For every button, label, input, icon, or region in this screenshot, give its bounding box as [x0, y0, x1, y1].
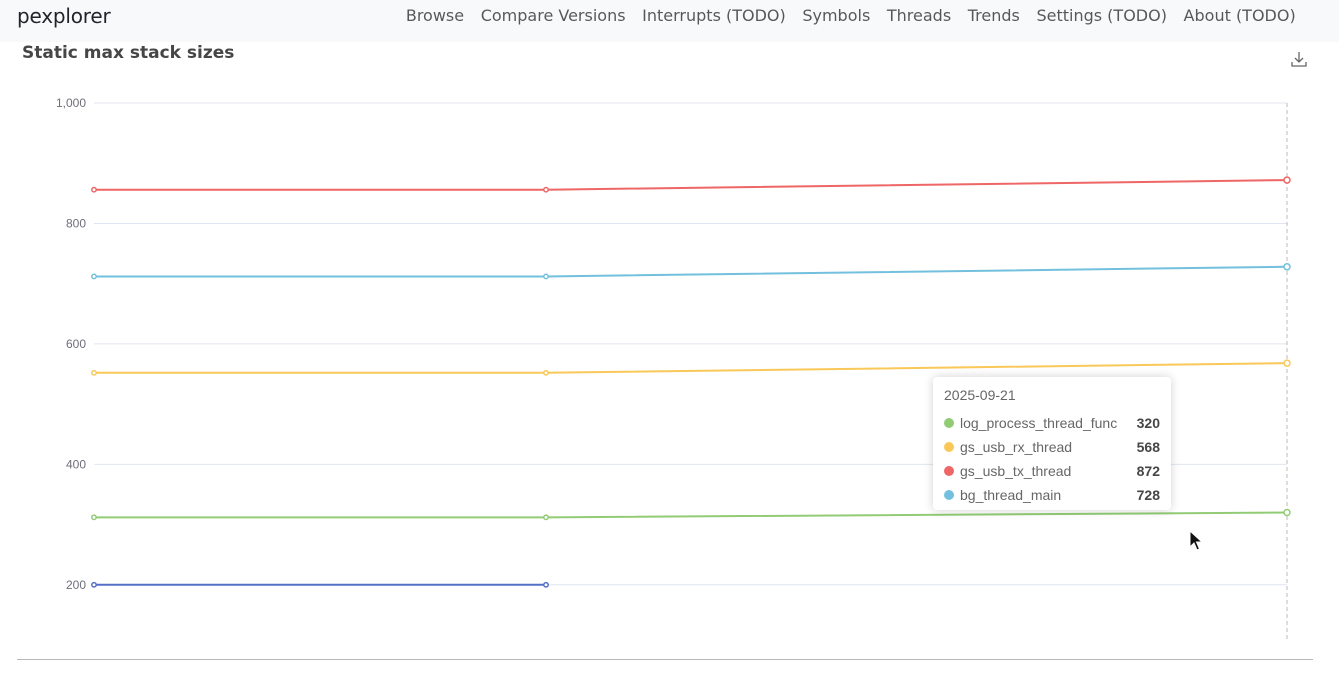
data-point[interactable]	[91, 369, 97, 376]
series-line	[94, 362, 1288, 374]
tooltip-row: bg_thread_main 728	[944, 483, 1160, 507]
series-dot-icon	[944, 418, 954, 428]
series-line	[94, 511, 1288, 519]
data-point[interactable]	[1283, 176, 1291, 184]
tooltip-row: gs_usb_rx_thread 568	[944, 435, 1160, 459]
y-tick-label: 200	[66, 578, 86, 592]
data-point[interactable]	[1283, 508, 1291, 517]
tooltip-series-name: gs_usb_tx_thread	[960, 463, 1072, 479]
series-dot-icon	[944, 490, 954, 500]
y-tick-label: 1,000	[56, 96, 86, 110]
data-point[interactable]	[543, 273, 549, 280]
y-tick-label: 600	[66, 337, 86, 351]
tooltip-series-name: log_process_thread_func	[960, 415, 1118, 431]
data-point[interactable]	[1283, 263, 1291, 271]
data-point[interactable]	[543, 186, 549, 193]
data-point[interactable]	[543, 369, 549, 376]
mouse-cursor-icon	[1189, 530, 1203, 551]
y-tick-label: 400	[66, 457, 86, 471]
tooltip-series-value: 568	[1136, 439, 1160, 455]
tooltip-series-value: 872	[1136, 463, 1160, 479]
tooltip-series-value: 320	[1136, 415, 1160, 431]
tooltip-row: log_process_thread_func 320	[944, 411, 1160, 435]
tooltip-series-value: 728	[1136, 487, 1160, 503]
series-dot-icon	[944, 466, 954, 476]
divider	[17, 659, 1313, 660]
data-point[interactable]	[543, 514, 549, 521]
data-point[interactable]	[543, 581, 549, 588]
y-tick-label: 800	[66, 216, 86, 230]
tooltip-row: gs_usb_tx_thread 872	[944, 459, 1160, 483]
tooltip-series-name: gs_usb_rx_thread	[960, 439, 1073, 455]
tooltip-series-name: bg_thread_main	[960, 487, 1062, 503]
data-point[interactable]	[91, 186, 97, 193]
data-point[interactable]	[91, 581, 97, 588]
line-chart: 200 400 600 800 1,000	[56, 96, 1291, 639]
data-point[interactable]	[91, 514, 97, 521]
series-line	[94, 179, 1288, 191]
data-point[interactable]	[1283, 359, 1291, 367]
series-dot-icon	[944, 442, 954, 452]
series-line	[94, 265, 1288, 278]
chart-tooltip: 2025-09-21 log_process_thread_func 320 gs_…	[933, 377, 1171, 510]
data-point[interactable]	[91, 273, 97, 280]
tooltip-date: 2025-09-21	[944, 387, 1016, 403]
